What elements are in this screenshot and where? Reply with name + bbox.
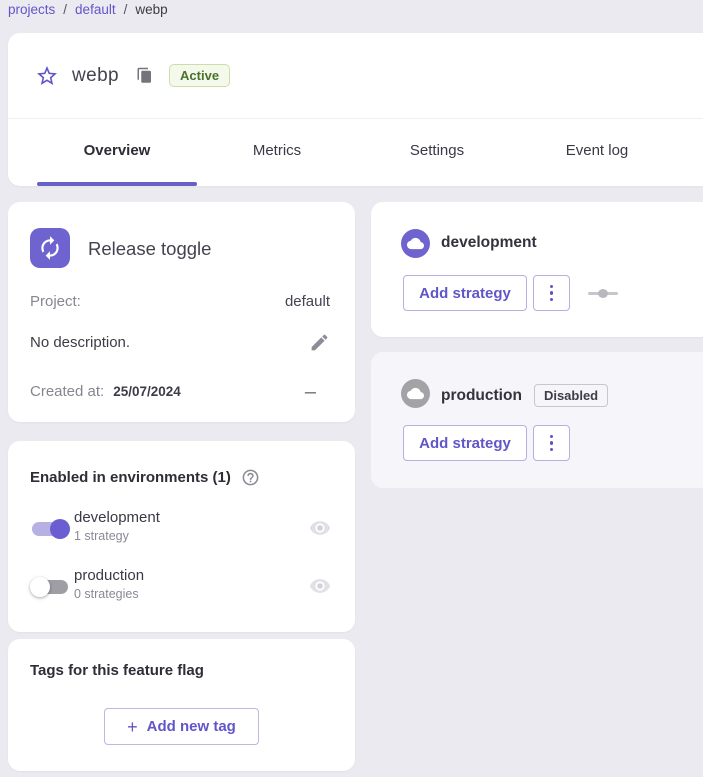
tab-bar: Overview Metrics Settings Event log xyxy=(37,119,677,182)
help-icon[interactable] xyxy=(241,468,260,487)
eye-icon[interactable] xyxy=(309,575,331,597)
add-new-tag-label: Add new tag xyxy=(147,718,236,735)
more-actions-kebab-icon[interactable] xyxy=(533,425,570,461)
environments-card-title: Enabled in environments (1) xyxy=(30,469,231,486)
eye-icon[interactable] xyxy=(309,517,331,539)
collapse-minus-icon[interactable]: – xyxy=(305,387,316,397)
tags-card: Tags for this feature flag + Add new tag xyxy=(8,639,355,771)
add-strategy-button[interactable]: Add strategy xyxy=(403,275,527,311)
cloud-icon xyxy=(401,229,430,258)
project-row: Project: default xyxy=(30,293,330,310)
breadcrumb-projects[interactable]: projects xyxy=(8,1,55,18)
flag-type-label: Release toggle xyxy=(88,238,211,260)
more-actions-kebab-icon[interactable] xyxy=(533,275,570,311)
strategy-connector-graphic xyxy=(588,285,618,301)
copy-icon[interactable] xyxy=(136,67,154,85)
breadcrumb-separator: / xyxy=(124,1,128,18)
tab-metrics[interactable]: Metrics xyxy=(197,119,357,182)
strategy-count: 0 strategies xyxy=(74,587,144,601)
breadcrumb-current: webp xyxy=(135,1,167,18)
header-row: webp Active xyxy=(8,33,703,118)
feature-flag-page: projects / default / webp webp Active Ov… xyxy=(0,0,703,777)
breadcrumb: projects / default / webp xyxy=(8,1,168,18)
release-toggle-sync-icon xyxy=(30,228,70,268)
active-tab-indicator xyxy=(37,182,197,186)
add-strategy-button[interactable]: Add strategy xyxy=(403,425,527,461)
environment-row-development: development 1 strategy xyxy=(8,507,355,555)
tab-settings[interactable]: Settings xyxy=(357,119,517,182)
development-environment-panel: development Add strategy xyxy=(371,202,703,337)
disabled-badge: Disabled xyxy=(534,384,608,407)
edit-pencil-icon[interactable] xyxy=(309,332,330,353)
tab-overview[interactable]: Overview xyxy=(37,119,197,182)
header-card: webp Active Overview Metrics Settings Ev… xyxy=(8,33,703,186)
status-badge: Active xyxy=(169,64,230,87)
development-toggle[interactable] xyxy=(32,519,68,539)
breadcrumb-default[interactable]: default xyxy=(75,1,116,18)
strategy-count: 1 strategy xyxy=(74,529,160,543)
description-text: No description. xyxy=(30,334,130,351)
created-row: Created at: 25/07/2024 – xyxy=(30,383,330,400)
environment-panel-name: development xyxy=(441,234,537,252)
created-label: Created at: xyxy=(30,383,104,400)
production-toggle[interactable] xyxy=(32,577,68,597)
environment-name: production xyxy=(74,567,144,584)
environments-card: Enabled in environments (1) development … xyxy=(8,441,355,632)
page-title: webp xyxy=(72,65,119,87)
breadcrumb-separator: / xyxy=(63,1,67,18)
production-environment-panel: production Disabled Add strategy xyxy=(371,352,703,488)
add-new-tag-button[interactable]: + Add new tag xyxy=(104,708,259,745)
environment-name: development xyxy=(74,509,160,526)
plus-icon: + xyxy=(127,718,138,736)
project-value: default xyxy=(285,293,330,310)
flag-details-card: Release toggle Project: default No descr… xyxy=(8,202,355,422)
environment-row-production: production 0 strategies xyxy=(8,565,355,613)
favorite-star-icon[interactable] xyxy=(35,64,59,88)
cloud-icon xyxy=(401,379,430,408)
environment-panel-name: production xyxy=(441,387,522,405)
tab-event-log[interactable]: Event log xyxy=(517,119,677,182)
description-row: No description. xyxy=(30,332,330,353)
created-value: 25/07/2024 xyxy=(113,384,181,399)
project-label: Project: xyxy=(30,293,81,310)
tags-card-title: Tags for this feature flag xyxy=(30,662,204,679)
